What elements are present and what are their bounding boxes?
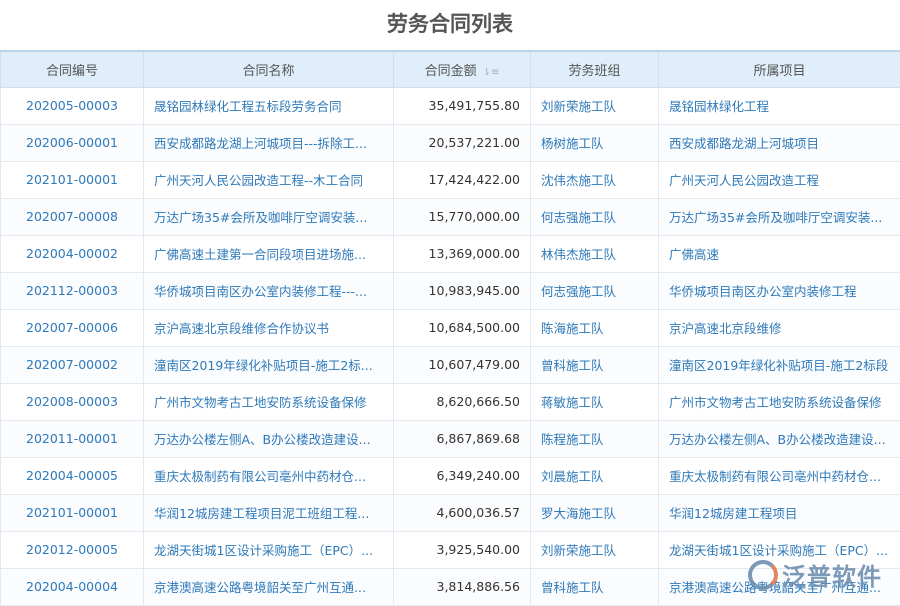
contract-no-cell[interactable]: 202004-00004 xyxy=(1,568,144,605)
labor-team-cell[interactable]: 曾科施工队 xyxy=(531,568,659,605)
table-row[interactable]: 202007-00002潼南区2019年绿化补贴项目-施工2标...10,607… xyxy=(1,346,900,383)
labor-team-cell[interactable]: 刘新荣施工队 xyxy=(531,87,659,124)
labor-team-cell[interactable]: 陈海施工队 xyxy=(531,309,659,346)
col-contract-name[interactable]: 合同名称 xyxy=(144,51,394,87)
labor-team-cell[interactable]: 曾科施工队 xyxy=(531,346,659,383)
amount-cell: 15,770,000.00 xyxy=(394,198,531,235)
amount-cell: 10,983,945.00 xyxy=(394,272,531,309)
contract-name-cell[interactable]: 京沪高速北京段维修合作协议书 xyxy=(144,309,394,346)
project-cell[interactable]: 华润12城房建工程项目 xyxy=(659,494,900,531)
contract-name-cell[interactable]: 广州市文物考古工地安防系统设备保修 xyxy=(144,383,394,420)
project-cell[interactable]: 京沪高速北京段维修 xyxy=(659,309,900,346)
table-row[interactable]: 202101-00001华润12城房建工程项目泥工班组工程...4,600,03… xyxy=(1,494,900,531)
labor-team-cell[interactable]: 陈程施工队 xyxy=(531,420,659,457)
contract-table: 合同编号 合同名称 合同金额⇂≡ 劳务班组 所属项目 202005-00003晟… xyxy=(0,50,900,606)
col-amount-label: 合同金额 xyxy=(425,64,477,79)
contract-no-cell[interactable]: 202006-00001 xyxy=(1,124,144,161)
contract-no-cell[interactable]: 202007-00008 xyxy=(1,198,144,235)
page-title: 劳务合同列表 xyxy=(0,0,900,50)
table-row[interactable]: 202007-00008万达广场35#会所及咖啡厅空调安装...15,770,0… xyxy=(1,198,900,235)
table-row[interactable]: 202005-00003晟铭园林绿化工程五标段劳务合同35,491,755.80… xyxy=(1,87,900,124)
contract-no-cell[interactable]: 202012-00005 xyxy=(1,531,144,568)
contract-no-cell[interactable]: 202008-00003 xyxy=(1,383,144,420)
contract-no-cell[interactable]: 202004-00005 xyxy=(1,457,144,494)
contract-name-cell[interactable]: 重庆太极制药有限公司亳州中药材仓... xyxy=(144,457,394,494)
project-cell[interactable]: 万达广场35#会所及咖啡厅空调安装... xyxy=(659,198,900,235)
project-cell[interactable]: 广佛高速 xyxy=(659,235,900,272)
contract-no-cell[interactable]: 202004-00002 xyxy=(1,235,144,272)
contract-name-cell[interactable]: 京港澳高速公路粤境韶关至广州互通... xyxy=(144,568,394,605)
amount-cell: 20,537,221.00 xyxy=(394,124,531,161)
amount-cell: 3,925,540.00 xyxy=(394,531,531,568)
logo-text: 泛普软件 xyxy=(782,557,882,592)
col-amount[interactable]: 合同金额 ⇂≡ xyxy=(394,51,531,87)
contract-name-cell[interactable]: 万达办公楼左侧A、B办公楼改造建设... xyxy=(144,420,394,457)
col-contract-no[interactable]: 合同编号 xyxy=(1,51,144,87)
contract-name-cell[interactable]: 华润12城房建工程项目泥工班组工程... xyxy=(144,494,394,531)
labor-team-cell[interactable]: 何志强施工队 xyxy=(531,198,659,235)
project-cell[interactable]: 西安成都路龙湖上河城项目 xyxy=(659,124,900,161)
contract-no-cell[interactable]: 202101-00001 xyxy=(1,494,144,531)
amount-cell: 6,867,869.68 xyxy=(394,420,531,457)
contract-name-cell[interactable]: 晟铭园林绿化工程五标段劳务合同 xyxy=(144,87,394,124)
table-row[interactable]: 202112-00003华侨城项目南区办公室内装修工程---...10,983,… xyxy=(1,272,900,309)
contract-no-cell[interactable]: 202011-00001 xyxy=(1,420,144,457)
contract-name-cell[interactable]: 广佛高速土建第一合同段项目进场施... xyxy=(144,235,394,272)
amount-cell: 8,620,666.50 xyxy=(394,383,531,420)
amount-cell: 10,607,479.00 xyxy=(394,346,531,383)
contract-no-cell[interactable]: 202101-00001 xyxy=(1,161,144,198)
contract-no-cell[interactable]: 202112-00003 xyxy=(1,272,144,309)
col-project[interactable]: 所属项目 xyxy=(659,51,900,87)
amount-cell: 10,684,500.00 xyxy=(394,309,531,346)
project-cell[interactable]: 晟铭园林绿化工程 xyxy=(659,87,900,124)
amount-cell: 35,491,755.80 xyxy=(394,87,531,124)
contract-no-cell[interactable]: 202005-00003 xyxy=(1,87,144,124)
contract-name-cell[interactable]: 龙湖天街城1区设计采购施工（EPC）... xyxy=(144,531,394,568)
table-header: 合同编号 合同名称 合同金额 ⇂≡ 劳务班组 所属项目 xyxy=(1,51,900,87)
table-row[interactable]: 202011-00001万达办公楼左侧A、B办公楼改造建设...6,867,86… xyxy=(1,420,900,457)
table-row[interactable]: 202007-00006京沪高速北京段维修合作协议书10,684,500.00陈… xyxy=(1,309,900,346)
table-row[interactable]: 202006-00001西安成都路龙湖上河城项目---拆除工...20,537,… xyxy=(1,124,900,161)
project-cell[interactable]: 广州天河人民公园改造工程 xyxy=(659,161,900,198)
watermark-logo: 泛普软件 xyxy=(748,557,882,592)
sort-desc-icon[interactable]: ⇂≡ xyxy=(483,67,500,78)
contract-no-cell[interactable]: 202007-00002 xyxy=(1,346,144,383)
project-cell[interactable]: 万达办公楼左侧A、B办公楼改造建设... xyxy=(659,420,900,457)
project-cell[interactable]: 重庆太极制药有限公司亳州中药材仓... xyxy=(659,457,900,494)
labor-team-cell[interactable]: 杨树施工队 xyxy=(531,124,659,161)
amount-cell: 13,369,000.00 xyxy=(394,235,531,272)
contract-name-cell[interactable]: 万达广场35#会所及咖啡厅空调安装... xyxy=(144,198,394,235)
table-row[interactable]: 202101-00001广州天河人民公园改造工程--木工合同17,424,422… xyxy=(1,161,900,198)
project-cell[interactable]: 广州市文物考古工地安防系统设备保修 xyxy=(659,383,900,420)
contract-name-cell[interactable]: 西安成都路龙湖上河城项目---拆除工... xyxy=(144,124,394,161)
amount-cell: 17,424,422.00 xyxy=(394,161,531,198)
labor-team-cell[interactable]: 何志强施工队 xyxy=(531,272,659,309)
amount-cell: 4,600,036.57 xyxy=(394,494,531,531)
col-labor-team[interactable]: 劳务班组 xyxy=(531,51,659,87)
labor-team-cell[interactable]: 罗大海施工队 xyxy=(531,494,659,531)
project-cell[interactable]: 潼南区2019年绿化补贴项目-施工2标段 xyxy=(659,346,900,383)
contract-name-cell[interactable]: 广州天河人民公园改造工程--木工合同 xyxy=(144,161,394,198)
table-row[interactable]: 202004-00002广佛高速土建第一合同段项目进场施...13,369,00… xyxy=(1,235,900,272)
amount-cell: 6,349,240.00 xyxy=(394,457,531,494)
logo-icon xyxy=(748,560,778,590)
table-row[interactable]: 202004-00005重庆太极制药有限公司亳州中药材仓...6,349,240… xyxy=(1,457,900,494)
labor-team-cell[interactable]: 林伟杰施工队 xyxy=(531,235,659,272)
labor-team-cell[interactable]: 沈伟杰施工队 xyxy=(531,161,659,198)
labor-team-cell[interactable]: 刘晨施工队 xyxy=(531,457,659,494)
contract-name-cell[interactable]: 华侨城项目南区办公室内装修工程---... xyxy=(144,272,394,309)
contract-name-cell[interactable]: 潼南区2019年绿化补贴项目-施工2标... xyxy=(144,346,394,383)
project-cell[interactable]: 华侨城项目南区办公室内装修工程 xyxy=(659,272,900,309)
labor-team-cell[interactable]: 蒋敏施工队 xyxy=(531,383,659,420)
contract-no-cell[interactable]: 202007-00006 xyxy=(1,309,144,346)
labor-team-cell[interactable]: 刘新荣施工队 xyxy=(531,531,659,568)
amount-cell: 3,814,886.56 xyxy=(394,568,531,605)
table-row[interactable]: 202008-00003广州市文物考古工地安防系统设备保修8,620,666.5… xyxy=(1,383,900,420)
